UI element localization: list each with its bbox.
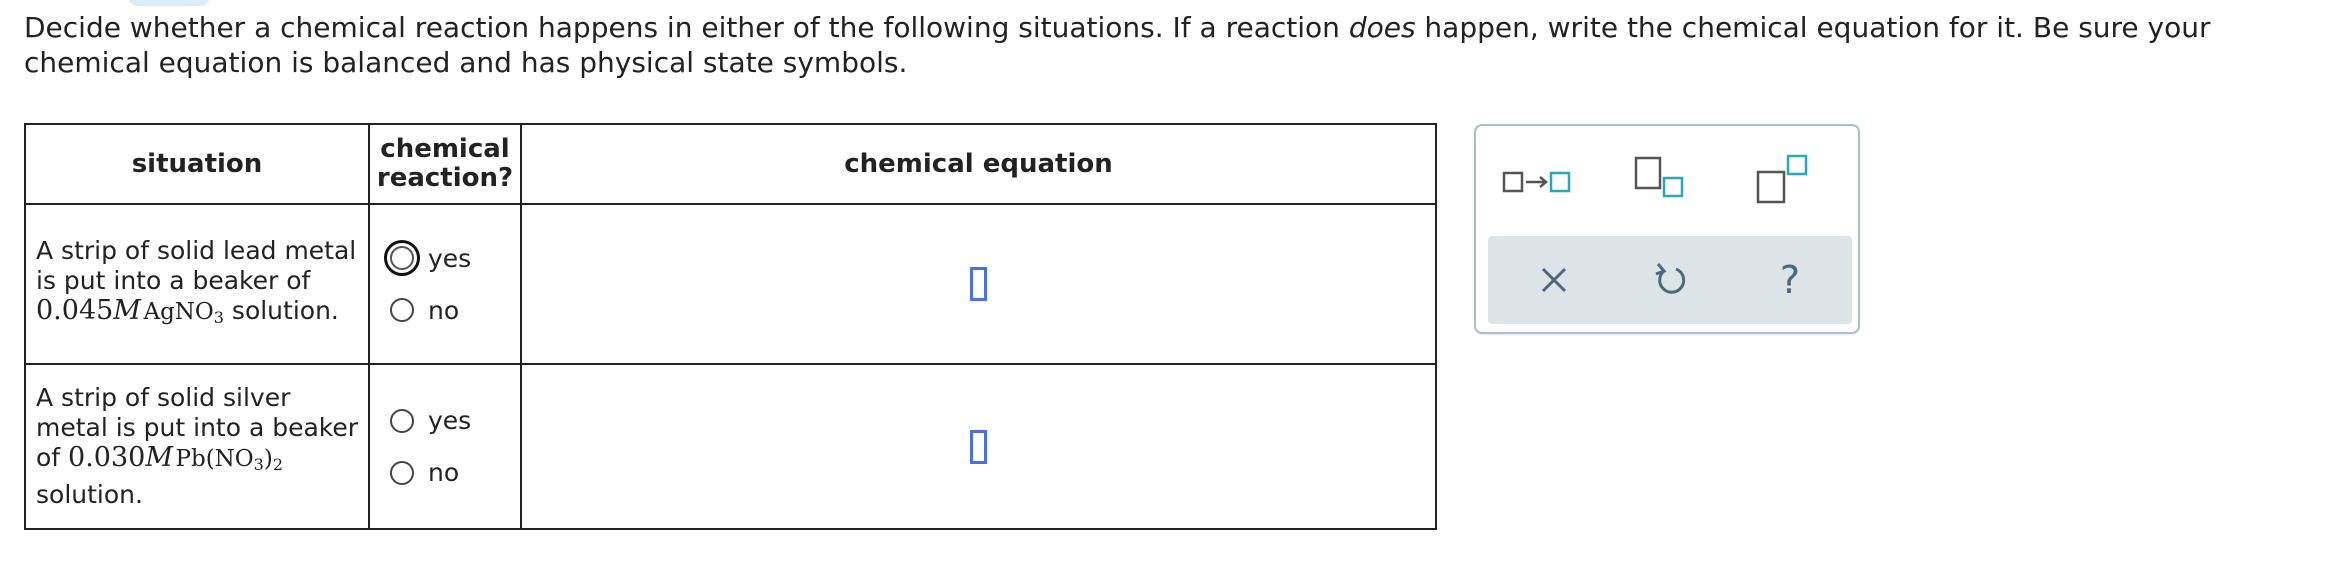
concentration-1-unit: M <box>113 294 141 326</box>
header-chemical-reaction: chemical reaction? <box>368 123 522 205</box>
instructions-text: Decide whether a chemical reaction happe… <box>24 10 2304 80</box>
radio-no-1-label: no <box>428 295 460 325</box>
equation-tool-palette: ? <box>1474 124 1860 334</box>
reaction-arrow-button[interactable] <box>1502 162 1582 202</box>
situation-2-prefix: of <box>36 443 69 472</box>
situation-1-line2: is put into a beaker of <box>36 265 311 295</box>
formula-pbno32-sub1: 3 <box>253 455 264 474</box>
equation-cell-1 <box>520 203 1437 365</box>
radio-no-2-label: no <box>428 458 460 487</box>
radio-no-2[interactable]: no <box>390 453 520 493</box>
situation-cell-2: A strip of solid silver metal is put int… <box>24 363 370 530</box>
help-button[interactable]: ? <box>1760 250 1820 310</box>
equation-input-1[interactable] <box>970 267 987 301</box>
formula-agno3-sub: 3 <box>213 307 224 327</box>
clear-icon <box>1541 267 1567 293</box>
situation-2-line2: metal is put into a beaker <box>36 413 359 442</box>
radio-yes-2-label: yes <box>428 406 472 435</box>
subscript-icon <box>1634 156 1684 198</box>
situation-2-line1: A strip of solid silver <box>36 383 291 412</box>
equation-input-2[interactable] <box>970 429 987 464</box>
radio-yes-2-circle[interactable] <box>390 408 414 433</box>
concentration-1: 0.045M <box>36 295 141 326</box>
radio-yes-1-label: yes <box>428 243 472 273</box>
table-row: A strip of solid silver metal is put int… <box>24 363 1437 530</box>
header-reaction-line2: reaction? <box>376 163 514 193</box>
instructions-part1: Decide whether a chemical reaction happe… <box>24 11 1349 44</box>
radio-no-1-circle[interactable] <box>390 298 414 322</box>
situation-1-line3: 0.045M AgNO3 solution. <box>36 295 358 333</box>
help-icon: ? <box>1780 258 1800 302</box>
situation-2-line4: solution. <box>36 480 143 509</box>
palette-actions-bar: ? <box>1488 236 1852 324</box>
superscript-icon <box>1756 154 1808 204</box>
situation-1-tail: solution. <box>223 295 339 325</box>
formula-agno3: AgNO3 <box>143 298 224 327</box>
formula-agno3-base: AgNO <box>143 298 214 325</box>
header-chemical-equation: chemical equation <box>520 123 1437 205</box>
header-situation: situation <box>24 123 370 205</box>
header-reaction-line1: chemical <box>380 134 510 164</box>
concentration-2-unit: M <box>145 442 173 473</box>
radio-yes-1[interactable]: yes <box>384 238 520 278</box>
table-header-row: situation chemical reaction? chemical equ… <box>24 123 1437 205</box>
radio-no-1[interactable]: no <box>390 290 520 330</box>
formula-pbno32-base: Pb(NO <box>175 446 254 472</box>
subscript-button[interactable] <box>1630 152 1690 208</box>
undo-icon <box>1655 263 1686 294</box>
instructions-emphasis: does <box>1348 11 1416 44</box>
radio-yes-2[interactable]: yes <box>390 401 520 441</box>
concentration-2: 0.030M <box>68 442 173 473</box>
situation-cell-1: A strip of solid lead metal is put into … <box>24 203 370 365</box>
help-label: ? <box>1780 258 1800 302</box>
table-row: A strip of solid lead metal is put into … <box>24 203 1437 365</box>
formula-pbno32-close: ) <box>263 446 273 472</box>
concentration-1-value: 0.045 <box>36 294 114 326</box>
concentration-2-value: 0.030 <box>68 442 146 473</box>
reaction-choice-cell-2: yes no <box>368 363 522 530</box>
superscript-button[interactable] <box>1752 152 1822 208</box>
clear-button[interactable] <box>1524 250 1584 310</box>
reaction-choice-cell-1: yes no <box>368 203 522 365</box>
situation-1-line1: A strip of solid lead metal <box>36 235 357 265</box>
formula-pbno32: Pb(NO3)2 <box>175 446 284 474</box>
formula-pbno32-sub2: 2 <box>272 455 284 474</box>
question-table: situation chemical reaction? chemical equ… <box>24 123 1437 530</box>
situation-2-line3: of 0.030M Pb(NO3)2 <box>36 443 358 480</box>
radio-no-2-circle[interactable] <box>390 460 414 485</box>
radio-yes-1-circle[interactable] <box>384 240 420 276</box>
top-tab-indicator <box>128 0 210 6</box>
reaction-arrow-icon <box>1502 171 1571 193</box>
undo-button[interactable] <box>1642 250 1702 310</box>
equation-cell-2 <box>520 363 1437 530</box>
